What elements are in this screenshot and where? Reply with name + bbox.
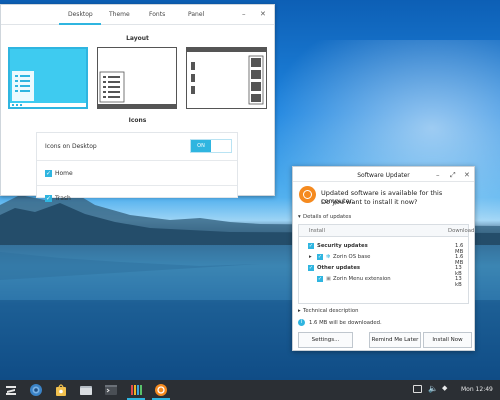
display-icon[interactable] <box>413 385 422 393</box>
tab-theme[interactable]: Theme <box>109 11 130 18</box>
package-icon: ▣ <box>326 276 332 282</box>
tab-desktop[interactable]: Desktop <box>68 11 93 18</box>
technical-expander-icon[interactable]: ▸ <box>298 308 301 314</box>
updates-list-header: Install Download <box>299 225 474 237</box>
updater-message-line2: Do you want to install it now? <box>321 198 418 206</box>
icons-settings-card: Icons on Desktop ON ✓ Home ✓ Trash <box>36 132 238 202</box>
icons-on-desktop-label: Icons on Desktop <box>45 143 97 150</box>
software-store-icon[interactable] <box>54 383 68 397</box>
details-expander[interactable]: Details of updates <box>303 214 351 220</box>
other-updates-checkbox[interactable]: ✓ <box>308 265 314 271</box>
files-icon[interactable] <box>79 383 93 397</box>
tab-panel[interactable]: Panel <box>188 11 204 18</box>
package-icon: ✻ <box>326 254 331 260</box>
layout-option-classic[interactable] <box>97 47 177 109</box>
updater-title: Software Updater <box>357 172 410 179</box>
row-size: 13 kB <box>455 276 462 288</box>
clock[interactable]: Mon 12:49 <box>461 386 493 393</box>
technical-expander[interactable]: Technical description <box>303 308 358 314</box>
toggle-knob <box>211 140 231 152</box>
software-updater-window: Software Updater – ⤢ ✕ Updated software … <box>292 166 475 351</box>
appearance-tabbar: Desktop Theme Fonts Panel – ✕ <box>1 5 274 25</box>
layout-section-title: Layout <box>126 35 149 42</box>
trash-label: Trash <box>55 195 71 202</box>
layout-option-windows[interactable] <box>8 47 88 109</box>
minimize-icon[interactable]: – <box>436 171 440 179</box>
zorin-menu-checkbox[interactable]: ✓ <box>317 276 323 282</box>
layout-option-touch[interactable] <box>186 47 267 109</box>
toggle-on-label: ON <box>191 140 211 152</box>
security-updates-checkbox[interactable]: ✓ <box>308 243 314 249</box>
zorin-menu-icon[interactable] <box>4 383 18 397</box>
table-row: Security updates <box>317 243 368 249</box>
remind-me-later-button[interactable]: Remind Me Later <box>369 332 421 348</box>
trash-checkbox[interactable]: ✓ <box>45 195 52 202</box>
icons-on-desktop-toggle[interactable]: ON <box>190 139 232 153</box>
download-size-info: 1.6 MB will be downloaded. <box>309 320 382 326</box>
col-install-header: Install <box>309 228 325 234</box>
table-row: Zorin OS base <box>333 254 371 260</box>
table-row: Other updates <box>317 265 361 271</box>
updates-list: Install Download ✓ Security updates 1.6 … <box>298 224 474 304</box>
table-row: Zorin Menu extension <box>333 276 391 282</box>
col-download-header: Download <box>448 228 475 234</box>
expand-arrow-icon[interactable]: ▸ <box>309 254 312 260</box>
network-icon[interactable]: ◆ <box>442 384 447 392</box>
active-tab-indicator <box>59 23 101 25</box>
info-icon: i <box>298 319 305 326</box>
appearance-icon[interactable] <box>129 383 143 397</box>
volume-icon[interactable]: 🔈 <box>428 384 438 393</box>
software-updater-icon[interactable] <box>154 383 168 397</box>
maximize-icon[interactable]: ⤢ <box>450 171 456 180</box>
browser-icon[interactable] <box>29 383 43 397</box>
updater-logo-icon <box>299 186 316 203</box>
details-expander-icon[interactable]: ▾ <box>298 214 301 220</box>
home-checkbox[interactable]: ✓ <box>45 170 52 177</box>
close-icon[interactable]: ✕ <box>260 10 266 18</box>
install-now-button[interactable]: Install Now <box>423 332 472 348</box>
zorin-base-checkbox[interactable]: ✓ <box>317 254 323 260</box>
terminal-icon[interactable] <box>104 383 118 397</box>
tab-fonts[interactable]: Fonts <box>149 11 165 18</box>
close-icon[interactable]: ✕ <box>464 171 470 179</box>
appearance-window: Desktop Theme Fonts Panel – ✕ Layout Ico… <box>0 4 275 202</box>
taskbar: 🔈 ◆ Mon 12:49 <box>0 380 500 400</box>
minimize-icon[interactable]: – <box>242 10 246 18</box>
icons-section-title: Icons <box>128 117 147 124</box>
settings-button[interactable]: Settings... <box>298 332 353 348</box>
home-label: Home <box>55 170 73 177</box>
